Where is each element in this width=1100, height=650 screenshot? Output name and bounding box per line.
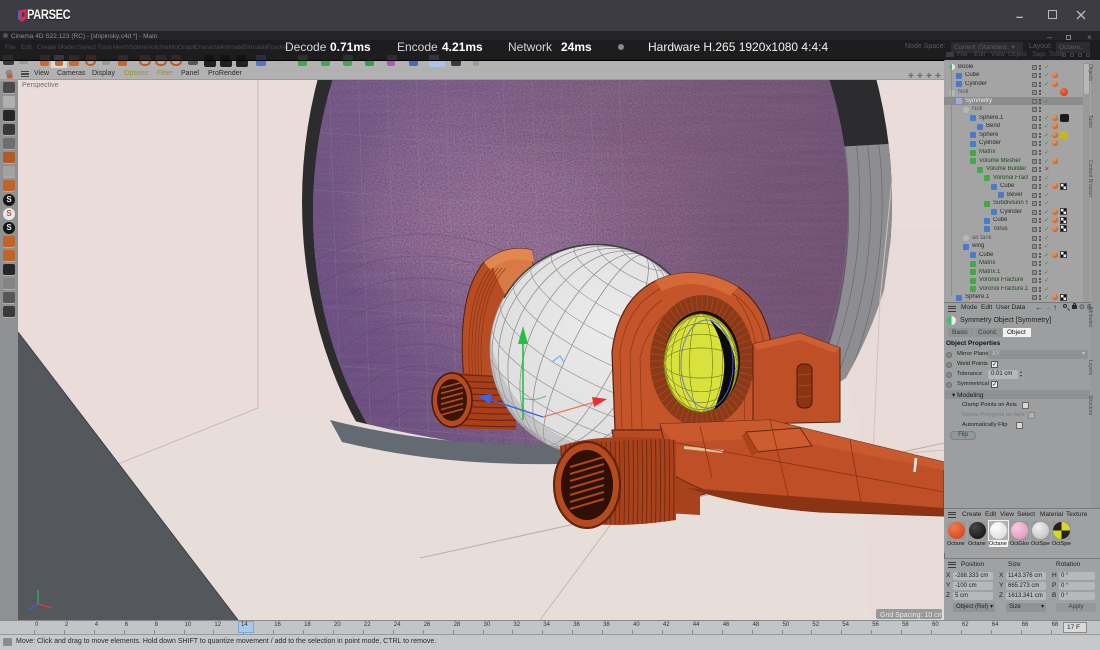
svg-text:Grid Spacing: 10 cm: Grid Spacing: 10 cm [880,612,944,619]
